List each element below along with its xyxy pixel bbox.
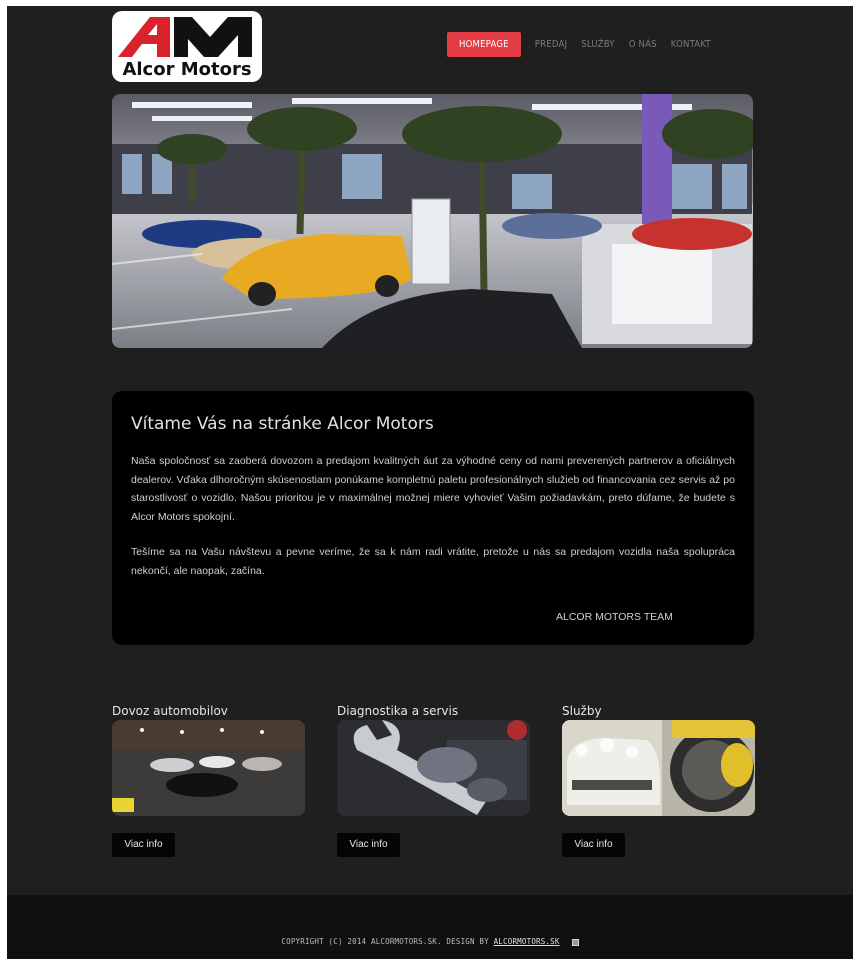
welcome-title: Vítame Vás na stránke Alcor Motors <box>131 414 434 434</box>
card-title: Dovoz automobilov <box>112 704 228 718</box>
hero-showroom-image <box>112 94 753 348</box>
site-logo[interactable]: Alcor Motors <box>112 11 262 82</box>
nav-item-o-nas[interactable]: O NÁS <box>629 39 657 50</box>
service-card-diagnostics: Diagnostika a servis Viac info <box>337 703 530 857</box>
welcome-panel: Vítame Vás na stránke Alcor Motors Naša … <box>112 391 754 645</box>
welcome-paragraph-1: Naša spoločnosť sa zaoberá dovozom a pre… <box>131 455 735 523</box>
service-card-services: Služby Viac info <box>562 703 755 857</box>
service-card-import: Dovoz automobilov Viac info <box>112 703 305 857</box>
logo-text: Alcor Motors <box>122 59 252 80</box>
more-info-button[interactable]: Viac info <box>337 833 400 857</box>
footer-copyright: COPYRIGHT (C) 2014 ALCORMOTORS.SK. DESIG… <box>7 937 853 946</box>
flag-icon <box>571 938 579 946</box>
nav-item-predaj[interactable]: PREDAJ <box>535 39 567 50</box>
card-image-car-wash <box>562 720 755 816</box>
footer-copyright-text: COPYRIGHT (C) 2014 ALCORMOTORS.SK. DESIG… <box>281 937 494 946</box>
card-image-wrench <box>337 720 530 816</box>
main-navigation: HOMEPAGE PREDAJ SLUŽBY O NÁS KONTAKT <box>447 32 725 57</box>
card-title: Služby <box>562 704 602 718</box>
nav-item-kontakt[interactable]: KONTAKT <box>671 39 711 50</box>
welcome-paragraph-2: Tešíme sa na Vašu návštevu a pevne verím… <box>131 546 735 577</box>
more-info-button[interactable]: Viac info <box>562 833 625 857</box>
more-info-button[interactable]: Viac info <box>112 833 175 857</box>
nav-item-homepage[interactable]: HOMEPAGE <box>447 32 521 57</box>
site-footer: COPYRIGHT (C) 2014 ALCORMOTORS.SK. DESIG… <box>7 895 853 959</box>
welcome-signature: ALCOR MOTORS TEAM <box>556 611 673 623</box>
nav-item-sluzby[interactable]: SLUŽBY <box>581 39 614 50</box>
card-title: Diagnostika a servis <box>337 704 459 718</box>
card-image-showroom <box>112 720 305 816</box>
footer-designer-link[interactable]: ALCORMOTORS.SK <box>494 937 560 946</box>
